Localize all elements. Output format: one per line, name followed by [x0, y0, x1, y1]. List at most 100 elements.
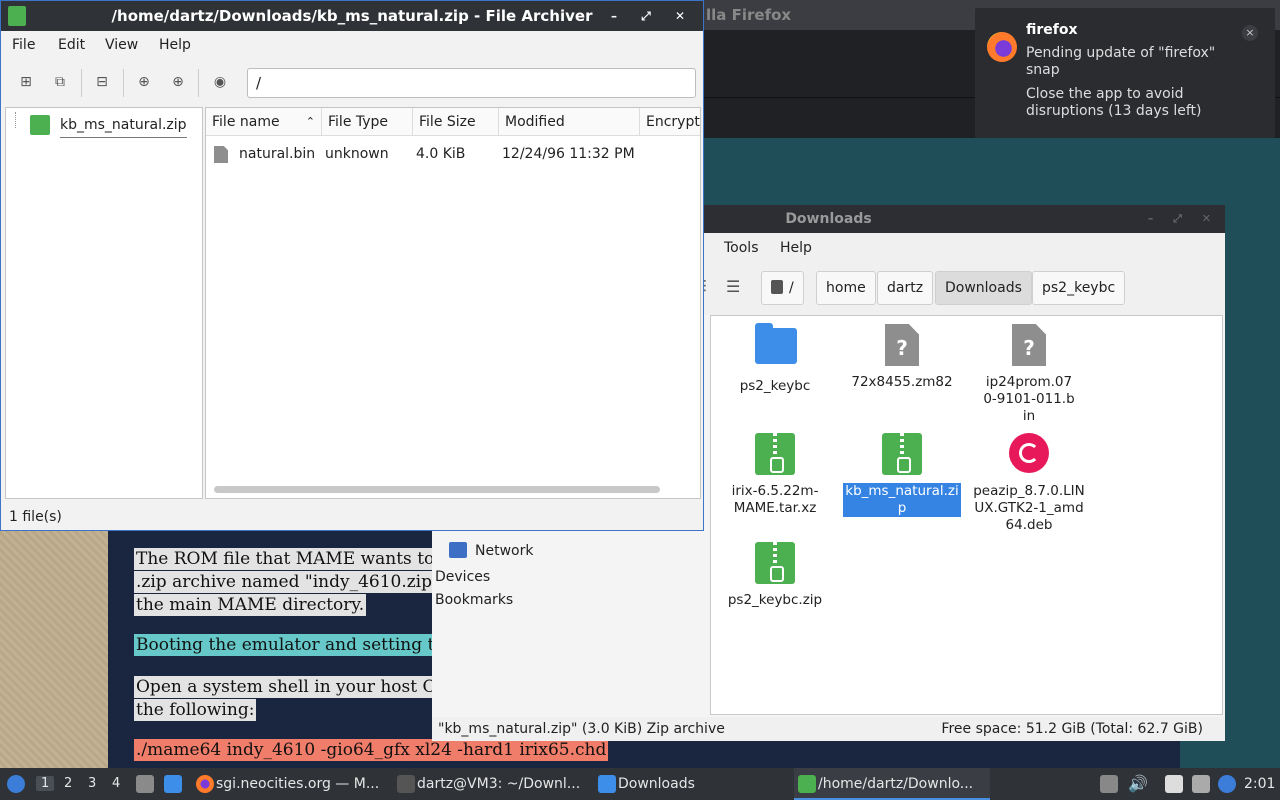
webpage-text: .zip archive named "indy_4610.zip" ar: [134, 571, 466, 593]
menu-help[interactable]: Help: [159, 37, 191, 53]
file-item-ip24prom[interactable]: ? ip24prom.070-9101-011.bin: [969, 324, 1089, 425]
network-status-icon[interactable]: [1192, 775, 1210, 793]
taskbar: 1 2 3 4 sgi.neocities.org — M... dartz@V…: [0, 768, 1280, 800]
drive-icon: [771, 280, 783, 294]
sidebar-item-network[interactable]: Network: [449, 542, 533, 559]
notification-message: Pending update of "firefox" snap: [1026, 45, 1216, 78]
file-icon: [214, 146, 228, 163]
cell-type: unknown: [325, 146, 389, 162]
webpage-heading-text: Booting the emulator and setting th: [134, 634, 448, 656]
webpage-code: ./mame64 indy_4610 -gio64_gfx xl24 -hard…: [134, 739, 834, 761]
workspace-2[interactable]: 2: [64, 776, 72, 791]
window-controls[interactable]: – ⤢ ✕: [611, 1, 695, 31]
archive-folder-tree[interactable]: kb_ms_natural.zip: [5, 107, 203, 499]
path-label: Downloads: [945, 280, 1022, 296]
path-button-dartz[interactable]: dartz: [877, 271, 934, 305]
archiver-statusbar: 1 file(s): [9, 509, 62, 525]
window-title: /home/dartz/Downloads/kb_ms_natural.zip …: [111, 7, 593, 25]
sidebar-section-bookmarks[interactable]: Bookmarks: [435, 592, 513, 608]
file-manager-menubar: Tools Help: [704, 233, 1225, 263]
menu-edit[interactable]: Edit: [58, 37, 85, 53]
column-header-encrypted[interactable]: Encrypted: [640, 108, 700, 136]
location-field[interactable]: /: [247, 68, 696, 98]
debian-package-icon: [1009, 433, 1049, 475]
workspace-1[interactable]: 1: [36, 776, 55, 791]
file-manager-sidebar: Network Devices Bookmarks: [432, 535, 710, 715]
folder-icon: [755, 323, 797, 370]
task-button-downloads[interactable]: Downloads: [594, 768, 790, 800]
path-button-home[interactable]: home: [816, 271, 876, 305]
menu-tools[interactable]: Tools: [724, 240, 759, 256]
task-button-archiver[interactable]: /home/dartz/Downlo...: [794, 768, 990, 800]
file-archiver-titlebar: /home/dartz/Downloads/kb_ms_natural.zip …: [1, 1, 703, 31]
sidebar-section-devices[interactable]: Devices: [435, 569, 490, 585]
start-menu-icon[interactable]: [7, 775, 25, 793]
archive-icon: [30, 115, 50, 135]
archive-icon: [798, 775, 816, 793]
task-label: dartz@VM3: ~/Downl...: [417, 776, 581, 792]
file-manager-title: Downloads: [785, 211, 872, 227]
sort-ascending-icon: ⌃: [305, 115, 315, 128]
workspace-4[interactable]: 4: [112, 776, 120, 791]
menu-view[interactable]: View: [105, 37, 138, 53]
add-files-icon[interactable]: ⊕: [136, 74, 152, 90]
path-label: ps2_keybc: [1042, 280, 1116, 296]
show-desktop-icon[interactable]: [164, 775, 182, 793]
menu-file[interactable]: File: [12, 37, 35, 53]
webpage-text: The ROM file that MAME wants to bo: [134, 548, 463, 570]
add-folder-icon[interactable]: ⊕: [170, 74, 186, 90]
cell-name: natural.bin: [239, 146, 316, 162]
file-item-ps2-keybc[interactable]: ps2_keybc: [715, 323, 835, 395]
tray-eject-icon[interactable]: [1100, 775, 1118, 793]
file-item-ps2-keybc-zip[interactable]: ps2_keybc.zip: [715, 542, 835, 609]
column-header-name[interactable]: File name ⌃: [206, 108, 322, 136]
clock[interactable]: 2:01: [1244, 768, 1275, 800]
table-row[interactable]: natural.bin unknown 4.0 KiB 12/24/96 11:…: [206, 140, 700, 168]
file-item-kb-ms-natural[interactable]: kb_ms_natural.zip: [842, 433, 962, 517]
open-archive-icon[interactable]: ⧉: [52, 74, 68, 90]
stop-icon[interactable]: ◉: [212, 74, 228, 90]
notification-message: Close the app to avoid disruptions (13 d…: [1026, 86, 1202, 119]
status-free-space: Free space: 51.2 GiB (Total: 62.7 GiB): [941, 721, 1203, 737]
menu-help[interactable]: Help: [780, 240, 812, 256]
notification-close-button[interactable]: ×: [1242, 25, 1258, 41]
archive-icon: [755, 542, 795, 584]
task-button-terminal[interactable]: dartz@VM3: ~/Downl...: [393, 768, 589, 800]
archive-file-list[interactable]: File name ⌃ File Type File Size Modified…: [205, 107, 701, 499]
volume-icon[interactable]: 🔊: [1128, 768, 1148, 800]
file-item-peazip[interactable]: peazip_8.7.0.LINUX.GTK2-1_amd64.deb: [969, 433, 1089, 534]
clipboard-icon[interactable]: [1165, 775, 1183, 793]
column-header-type[interactable]: File Type: [322, 108, 413, 136]
notification-popup[interactable]: firefox Pending update of "firefox" snap…: [975, 8, 1275, 138]
unknown-file-icon: ?: [1009, 324, 1049, 366]
path-button-ps2-keybc[interactable]: ps2_keybc: [1032, 271, 1126, 305]
notification-app-name: firefox: [1026, 22, 1078, 38]
file-item-irix[interactable]: irix-6.5.22m-MAME.tar.xz: [715, 433, 835, 517]
extract-icon[interactable]: ⊟: [94, 74, 110, 90]
list-view-icon[interactable]: ☰: [726, 277, 740, 296]
sidebar-label: Network: [475, 543, 534, 559]
task-label: /home/dartz/Downlo...: [818, 776, 974, 792]
status-selection: "kb_ms_natural.zip" (3.0 KiB) Zip archiv…: [438, 721, 725, 737]
file-item-label: irix-6.5.22m-MAME.tar.xz: [731, 483, 819, 516]
file-item-72x8455[interactable]: ? 72x8455.zm82: [842, 324, 962, 391]
column-header-modified[interactable]: Modified: [499, 108, 640, 136]
new-archive-icon[interactable]: ⊞: [18, 74, 34, 90]
workspace-3[interactable]: 3: [88, 776, 96, 791]
file-item-label: 72x8455.zm82: [851, 374, 953, 390]
file-icon-view[interactable]: ps2_keybc ? 72x8455.zm82 ? ip24prom.070-…: [710, 315, 1223, 715]
path-button-root[interactable]: /: [761, 271, 804, 305]
path-button-downloads[interactable]: Downloads: [935, 271, 1032, 305]
file-item-label-selected: kb_ms_natural.zip: [843, 483, 961, 517]
network-icon: [449, 542, 467, 558]
tree-node-label: kb_ms_natural.zip: [60, 117, 187, 138]
file-list-header: File name ⌃ File Type File Size Modified…: [206, 108, 700, 136]
column-header-size[interactable]: File Size: [413, 108, 499, 136]
horizontal-scrollbar[interactable]: [214, 486, 660, 493]
update-notifier-icon[interactable]: [1218, 775, 1236, 793]
file-manager-launcher-icon[interactable]: [136, 775, 154, 793]
firefox-icon: [987, 32, 1017, 62]
window-controls[interactable]: – ⤢ ✕: [1148, 205, 1219, 233]
task-button-firefox[interactable]: sgi.neocities.org — M...: [192, 768, 388, 800]
path-label: home: [826, 280, 866, 296]
